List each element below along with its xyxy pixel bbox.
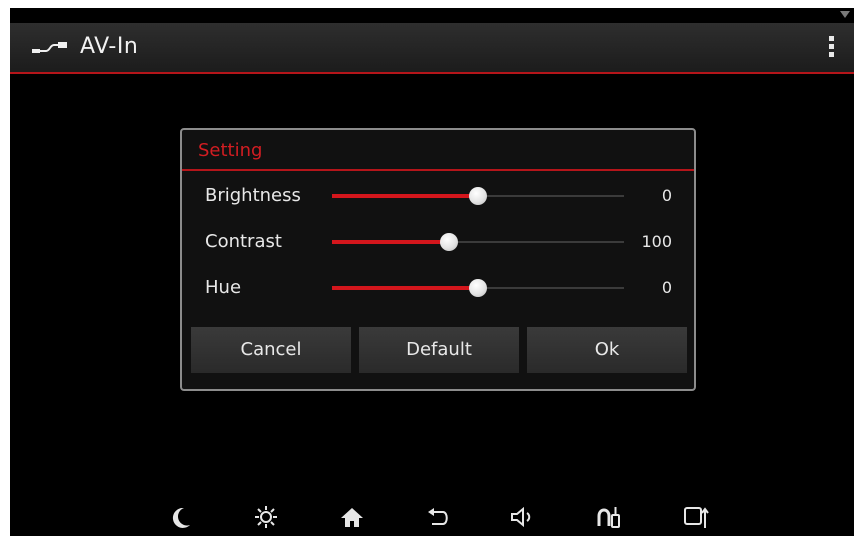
back-icon[interactable] (424, 504, 452, 530)
title-bar: AV-In (10, 23, 854, 74)
brightness-label: Brightness (205, 185, 301, 206)
slider-thumb[interactable] (469, 279, 487, 297)
hue-slider[interactable] (332, 273, 624, 303)
default-button[interactable]: Default (359, 327, 519, 373)
slider-thumb[interactable] (469, 187, 487, 205)
slider-thumb[interactable] (439, 233, 458, 251)
bottom-nav-bar (10, 496, 854, 536)
dialog-title: Setting (198, 140, 263, 161)
home-icon[interactable] (338, 504, 366, 530)
ok-button[interactable]: Ok (527, 327, 687, 373)
hue-label: Hue (205, 277, 242, 298)
more-vertical-icon[interactable] (824, 34, 838, 62)
cancel-button[interactable]: Cancel (191, 327, 351, 373)
cable-plug-icon (30, 41, 70, 57)
phone-projection-icon[interactable] (595, 504, 623, 530)
slider-fill (332, 240, 449, 244)
brightness-row: Brightness 0 (182, 181, 694, 211)
brightness-icon[interactable] (252, 504, 280, 530)
contrast-row: Contrast 100 (182, 227, 694, 257)
device-connect-icon[interactable] (682, 504, 710, 530)
app-title: AV-In (80, 34, 139, 59)
dialog-divider (182, 169, 694, 171)
hue-row: Hue 0 (182, 273, 694, 303)
brightness-slider[interactable] (332, 181, 624, 211)
status-bar (10, 8, 854, 23)
slider-fill (332, 286, 478, 290)
contrast-slider[interactable] (332, 227, 624, 257)
volume-icon[interactable] (508, 504, 536, 530)
night-mode-icon[interactable] (168, 504, 196, 530)
settings-dialog: Setting Brightness 0 Contrast 100 Hue 0 … (180, 128, 696, 391)
brightness-value: 0 (661, 186, 672, 205)
signal-icon (840, 11, 850, 18)
slider-fill (332, 194, 478, 198)
hue-value: 0 (661, 278, 672, 297)
app-screen: AV-In Setting Brightness 0 Contrast 100 (10, 8, 854, 536)
contrast-value: 100 (641, 232, 672, 251)
contrast-label: Contrast (205, 231, 282, 252)
